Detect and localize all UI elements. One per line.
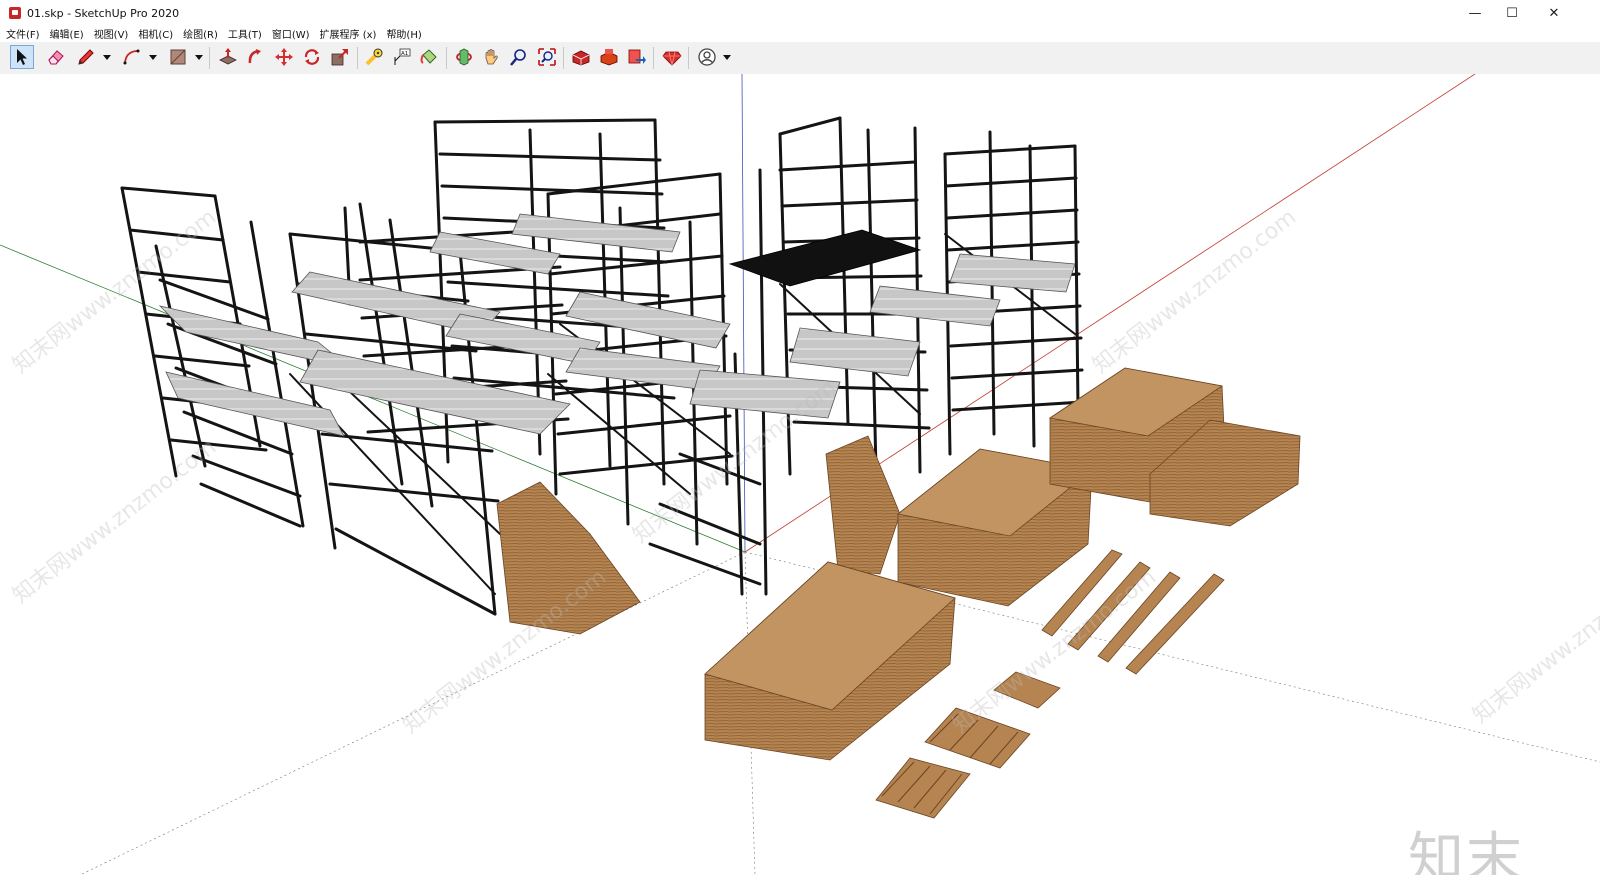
scale-tool-button[interactable] — [328, 45, 352, 69]
push-pull-tool-button[interactable] — [216, 45, 240, 69]
select-icon — [17, 49, 27, 65]
arc-tool-button[interactable] — [120, 45, 144, 69]
sketchup-app-icon — [9, 7, 21, 19]
pencil-tool-button[interactable] — [74, 45, 98, 69]
menu-tools[interactable]: 工具(T) — [223, 26, 267, 41]
deck-platform[interactable] — [789, 327, 921, 377]
paint-bucket-icon — [420, 49, 437, 64]
shape-dropdown[interactable] — [194, 53, 204, 63]
push-pull-icon — [219, 48, 237, 65]
deck-platform[interactable] — [299, 349, 571, 435]
zoom-tool-button[interactable] — [507, 45, 531, 69]
follow-me-icon — [248, 49, 261, 64]
zoom-icon — [510, 49, 526, 66]
menu-camera[interactable]: 相机(C) — [133, 26, 178, 41]
minimize-button[interactable]: — — [1455, 0, 1495, 26]
menu-draw[interactable]: 绘图(R) — [178, 26, 223, 41]
account-button[interactable] — [695, 45, 719, 69]
scale-icon — [331, 49, 348, 66]
svg-text:A1: A1 — [401, 51, 408, 57]
eraser-icon — [48, 50, 64, 65]
rotate-icon — [304, 49, 320, 65]
select-tool-button[interactable] — [10, 45, 34, 69]
scene-canvas[interactable]: 知末网www.znzmo.com 知末网www.znzmo.com 知末网www… — [0, 74, 1600, 875]
deck-platform[interactable] — [949, 253, 1076, 293]
watermark-text: 知末网www.znzmo.com — [398, 565, 611, 739]
menu-view[interactable]: 视图(V) — [89, 26, 134, 41]
arc-icon — [123, 49, 140, 65]
chevron-down-icon — [195, 55, 203, 60]
send-to-layout-button[interactable] — [625, 45, 649, 69]
model-viewport[interactable]: 知末网www.znzmo.com 知末网www.znzmo.com 知末网www… — [0, 74, 1600, 875]
send-to-layout-icon — [628, 49, 646, 64]
warehouse-icon — [572, 50, 590, 66]
tape-measure-icon — [365, 48, 383, 66]
pencil-dropdown[interactable] — [102, 53, 112, 63]
toolbar-separator — [563, 47, 564, 69]
menu-window[interactable]: 窗口(W) — [267, 26, 315, 41]
pencil-icon — [78, 49, 94, 65]
move-tool-button[interactable] — [272, 45, 296, 69]
menu-file[interactable]: 文件(F) — [0, 26, 45, 41]
extension-warehouse-button[interactable] — [597, 45, 621, 69]
text-icon: A1 — [394, 48, 411, 65]
menu-edit[interactable]: 编辑(E) — [45, 26, 89, 41]
watermark-text: 知末网www.znzmo.com — [1088, 205, 1301, 379]
blue-axis — [741, 74, 746, 553]
arc-dropdown[interactable] — [148, 53, 158, 63]
main-toolbar: A1 — [0, 42, 1600, 75]
eraser-tool-button[interactable] — [44, 45, 68, 69]
chevron-down-icon — [103, 55, 111, 60]
menu-help[interactable]: 帮助(H) — [381, 26, 426, 41]
pan-tool-button[interactable] — [479, 45, 503, 69]
toolbar-separator — [688, 47, 689, 69]
orbit-tool-button[interactable] — [452, 45, 476, 69]
menu-bar: 文件(F) 编辑(E) 视图(V) 相机(C) 绘图(R) 工具(T) 窗口(W… — [0, 26, 1600, 41]
ruby-console-button[interactable] — [660, 45, 684, 69]
move-icon — [275, 48, 293, 66]
brand-watermark: 知末 — [1408, 827, 1524, 875]
account-dropdown[interactable] — [722, 53, 732, 63]
zoom-extents-tool-button[interactable] — [535, 45, 559, 69]
chevron-down-icon — [723, 55, 731, 60]
paint-bucket-tool-button[interactable] — [417, 45, 441, 69]
orbit-icon — [456, 48, 472, 66]
extension-warehouse-icon — [600, 49, 618, 66]
scaffold-decks[interactable] — [158, 213, 1076, 437]
ruby-console-icon — [662, 51, 682, 66]
zoom-extents-icon — [538, 48, 556, 66]
menu-extensions[interactable]: 扩展程序 (x) — [315, 26, 382, 41]
toolbar-separator — [446, 47, 447, 69]
leaning-timber-pile[interactable] — [825, 435, 901, 575]
tape-measure-tool-button[interactable] — [362, 45, 386, 69]
dimension-text-tool-button[interactable]: A1 — [390, 45, 414, 69]
chevron-down-icon — [149, 55, 157, 60]
close-button[interactable]: ✕ — [1534, 0, 1574, 26]
toolbar-separator — [653, 47, 654, 69]
shape-icon — [170, 49, 186, 65]
account-icon — [698, 48, 716, 66]
watermark-text: 知末网www.znzmo.com — [8, 435, 221, 609]
deck-platform[interactable] — [869, 285, 1001, 327]
deck-platform[interactable] — [511, 213, 681, 253]
toolbar-separator — [357, 47, 358, 69]
title-bar: 01.skp - SketchUp Pro 2020 — ☐ ✕ — [0, 0, 1600, 26]
watermark-text: 知末网www.znzmo.com — [1468, 555, 1600, 729]
rotate-tool-button[interactable] — [300, 45, 324, 69]
deck-platform[interactable] — [429, 231, 561, 275]
toolbar-separator — [209, 47, 210, 69]
3d-warehouse-button[interactable] — [569, 45, 593, 69]
maximize-button[interactable]: ☐ — [1492, 0, 1532, 26]
follow-me-tool-button[interactable] — [244, 45, 268, 69]
deck-platform[interactable] — [565, 291, 731, 349]
pan-icon — [485, 49, 498, 65]
window-title: 01.skp - SketchUp Pro 2020 — [27, 6, 180, 20]
shape-tool-button[interactable] — [166, 45, 190, 69]
